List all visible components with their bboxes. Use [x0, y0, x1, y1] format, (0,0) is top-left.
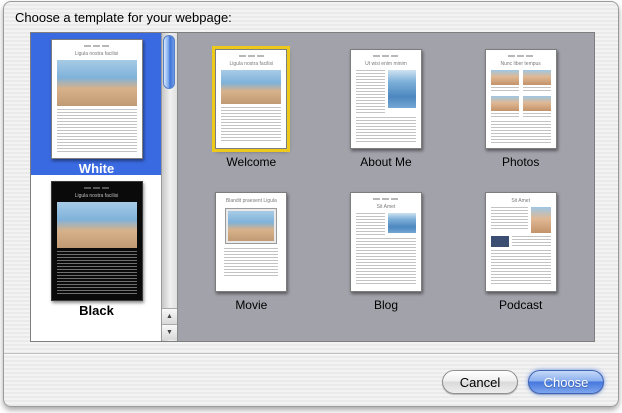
preview-title: Nunc liber tempus — [500, 61, 541, 67]
theme-item-white[interactable]: Ligula nostra facilisi White — [31, 33, 162, 176]
template-item-welcome[interactable]: Ligula nostra facilisi Welcome — [184, 45, 319, 188]
preview-photo — [56, 202, 137, 248]
dialog-title: Choose a template for your webpage: — [15, 10, 232, 25]
template-label: Welcome — [226, 155, 277, 169]
theme-preview-black[interactable]: Ligula nostra facilisi — [50, 181, 143, 301]
template-label: Blog — [373, 298, 398, 312]
template-chooser-dialog: Choose a template for your webpage: Ligu… — [3, 1, 619, 407]
sidebar-scrollbar[interactable]: ▲ ▼ — [161, 33, 177, 341]
template-preview[interactable]: Sit Amet — [349, 192, 422, 292]
preview-photo — [221, 70, 282, 104]
preview-photo — [490, 96, 519, 111]
preview-nav — [221, 55, 281, 58]
preview-photo-grid — [490, 70, 551, 118]
template-preview: Ligula nostra facilisi — [50, 39, 143, 159]
preview-title: Sit Amet — [376, 204, 396, 210]
preview-nav — [356, 198, 416, 201]
theme-label: White — [78, 161, 115, 176]
preview-text-lines — [490, 113, 519, 118]
template-preview[interactable]: Blandit praesent Ligula — [215, 192, 288, 292]
preview-title: Ligula nostra facilisi — [74, 193, 119, 199]
triangle-up-icon: ▲ — [166, 313, 173, 320]
scroll-down-button[interactable]: ▼ — [162, 324, 177, 340]
preview-text-lines — [490, 207, 528, 231]
scroll-up-button[interactable]: ▲ — [162, 308, 177, 324]
template-preview[interactable]: Ut wisi enim minim — [349, 49, 422, 149]
preview-text-lines — [355, 238, 416, 286]
preview-text-lines — [224, 248, 279, 276]
preview-text-lines — [56, 251, 137, 295]
preview-row — [355, 213, 416, 235]
preview-nav — [57, 45, 137, 48]
theme-item-black[interactable]: Ligula nostra facilisi Black — [31, 175, 162, 318]
preview-photo — [522, 70, 551, 85]
template-panel: Ligula nostra facilisi White Ligula nost… — [30, 32, 595, 342]
preview-nav — [356, 55, 416, 58]
preview-text-lines — [355, 70, 385, 114]
theme-preview-white[interactable]: Ligula nostra facilisi — [50, 39, 143, 159]
template-item-movie[interactable]: Blandit praesent Ligula Movie — [184, 188, 319, 331]
template-preview: Ligula nostra facilisi — [50, 181, 143, 301]
preview-text-lines — [511, 236, 551, 246]
preview-photo — [530, 207, 551, 233]
template-grid: Ligula nostra facilisi Welcome Ut wisi e… — [178, 33, 594, 341]
preview-title: Ut wisi enim minim — [365, 61, 407, 67]
preview-text-lines — [522, 87, 551, 92]
preview-photo — [387, 213, 416, 233]
theme-label: Black — [79, 303, 114, 318]
preview-photo — [56, 60, 137, 106]
scrollbar-thumb[interactable] — [163, 35, 175, 89]
preview-text-lines — [56, 109, 137, 153]
preview-text-lines — [221, 107, 282, 143]
scrollbar-arrows: ▲ ▼ — [162, 308, 177, 340]
choose-button[interactable]: Choose — [528, 370, 604, 394]
preview-text-lines — [490, 87, 519, 92]
triangle-down-icon: ▼ — [166, 329, 173, 336]
template-item-about-me[interactable]: Ut wisi enim minim About Me — [319, 45, 454, 188]
preview-title: Blandit praesent Ligula — [225, 198, 277, 204]
template-label: Podcast — [498, 298, 543, 312]
preview-photo — [522, 96, 551, 111]
template-item-blog[interactable]: Sit Amet Blog — [319, 188, 454, 331]
preview-media-box — [490, 236, 509, 247]
preview-nav — [491, 55, 551, 58]
preview-photo — [387, 70, 416, 108]
template-preview[interactable]: Sit Amet — [484, 192, 557, 292]
theme-list: Ligula nostra facilisi White Ligula nost… — [31, 33, 178, 341]
cancel-button[interactable]: Cancel — [442, 370, 518, 394]
preview-row — [490, 236, 551, 247]
template-item-photos[interactable]: Nunc liber tempus Photos — [453, 45, 588, 188]
preview-photo — [490, 70, 519, 85]
preview-title: Sit Amet — [511, 198, 530, 204]
preview-row — [490, 207, 551, 233]
preview-text-lines — [355, 117, 416, 143]
preview-title: Ligula nostra facilisi — [74, 51, 119, 57]
preview-nav — [57, 187, 137, 190]
preview-row — [355, 70, 416, 114]
preview-photo — [225, 208, 278, 244]
footer-separator — [4, 353, 618, 354]
template-item-podcast[interactable]: Sit Amet Podcast — [453, 188, 588, 331]
preview-text-lines — [355, 213, 385, 235]
footer-buttons: Cancel Choose — [442, 370, 604, 394]
template-preview[interactable]: Ligula nostra facilisi — [215, 49, 288, 149]
template-label: About Me — [360, 155, 412, 169]
preview-text-lines — [490, 121, 551, 143]
preview-text-lines — [522, 113, 551, 118]
template-label: Photos — [501, 155, 540, 169]
preview-title: Ligula nostra facilisi — [229, 61, 274, 67]
template-preview[interactable]: Nunc liber tempus — [484, 49, 557, 149]
preview-text-lines — [490, 250, 551, 286]
template-label: Movie — [235, 298, 268, 312]
